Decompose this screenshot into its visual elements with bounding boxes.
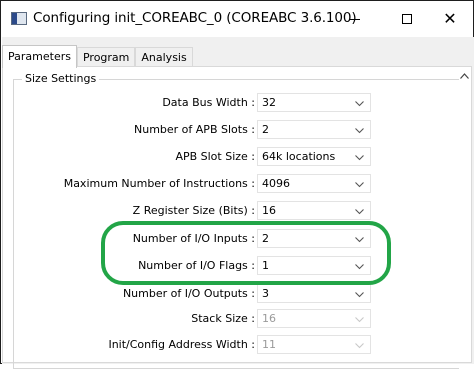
setting-row: Number of I/O Inputs : 2 [1,229,473,249]
window-title: Configuring init_COREABC_0 (COREABC 3.6.… [33,10,357,26]
dropdown-value: 11 [262,338,276,351]
dropdown-value: 2 [262,232,269,245]
title-bar[interactable]: Configuring init_COREABC_0 (COREABC 3.6.… [1,1,473,37]
maximize-button[interactable] [384,1,430,37]
setting-dropdown[interactable]: 1 [257,256,371,275]
configuration-dialog: Configuring init_COREABC_0 (COREABC 3.6.… [0,0,474,369]
setting-row: Number of I/O Outputs : 3 [1,284,473,304]
minimize-button[interactable] [331,1,377,37]
setting-label: Number of I/O Outputs : [122,287,255,300]
setting-dropdown[interactable]: 32 [257,93,371,112]
setting-row: APB Slot Size : 64k locations [1,147,473,167]
setting-row: Z Register Size (Bits) : 16 [1,201,473,221]
setting-label: Number of I/O Inputs : [132,232,255,245]
dropdown-value: 32 [262,96,276,109]
close-icon: ✕ [443,9,457,28]
dropdown-value: 4096 [262,177,290,190]
minimize-icon [348,18,360,20]
dropdown-value: 16 [262,312,276,325]
maximize-icon [402,14,412,24]
tab-parameters[interactable]: Parameters [2,45,77,68]
chevron-down-icon [355,237,364,243]
setting-dropdown[interactable]: 3 [257,284,371,303]
chevron-down-icon [355,209,364,215]
chevron-down-icon [355,155,364,161]
dropdown-value: 16 [262,204,276,217]
setting-dropdown: 11 [257,335,371,354]
setting-dropdown[interactable]: 16 [257,201,371,220]
app-window-icon [11,12,27,25]
chevron-down-icon [355,128,364,134]
setting-dropdown: 16 [257,309,371,328]
setting-row: Stack Size : 16 [1,309,473,329]
chevron-up-icon[interactable] [458,70,470,82]
close-button[interactable]: ✕ [427,1,473,37]
dropdown-value: 3 [262,287,269,300]
chevron-down-icon [355,101,364,107]
setting-label: Maximum Number of Instructions : [63,177,255,190]
setting-label: APB Slot Size : [175,150,255,163]
setting-label: Z Register Size (Bits) : [132,204,255,217]
setting-dropdown[interactable]: 2 [257,229,371,248]
chevron-down-icon [355,292,364,298]
setting-row: Number of APB Slots : 2 [1,120,473,140]
dropdown-value: 64k locations [262,150,336,163]
setting-dropdown[interactable]: 64k locations [257,147,371,166]
setting-row: Init/Config Address Width : 11 [1,335,473,355]
chevron-down-icon [355,182,364,188]
setting-label: Data Bus Width : [162,96,255,109]
setting-label: Number of I/O Flags : [138,259,255,272]
setting-label: Number of APB Slots : [134,123,255,136]
setting-label: Stack Size : [191,312,255,325]
setting-label: Init/Config Address Width : [108,338,255,351]
chevron-down-icon [355,264,364,270]
dropdown-value: 1 [262,259,269,272]
setting-row: Number of I/O Flags : 1 [1,256,473,276]
chevron-down-icon [355,343,364,349]
group-title: Size Settings [22,72,100,85]
setting-row: Data Bus Width : 32 [1,93,473,113]
tab-analysis[interactable]: Analysis [135,47,193,68]
setting-dropdown[interactable]: 2 [257,120,371,139]
setting-row: Maximum Number of Instructions : 4096 [1,174,473,194]
setting-dropdown[interactable]: 4096 [257,174,371,193]
tab-program[interactable]: Program [76,47,136,68]
dropdown-value: 2 [262,123,269,136]
tab-strip: Parameters Program Analysis [2,45,193,68]
chevron-down-icon [355,317,364,323]
